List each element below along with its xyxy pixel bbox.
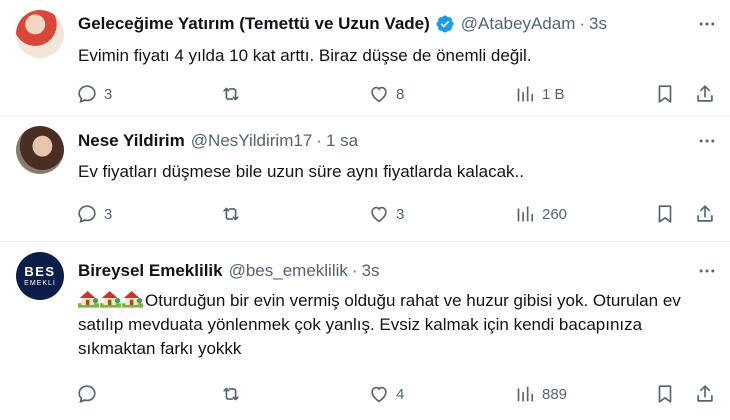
tweet-text-content: Oturduğun bir evin vermiş olduğu rahat v… bbox=[78, 291, 681, 358]
author-name[interactable]: Nese Yildirim bbox=[78, 131, 185, 151]
views-button[interactable]: 260 bbox=[514, 200, 567, 228]
tweet-header: Geleceğime Yatırım (Temettü ve Uzun Vade… bbox=[78, 12, 607, 36]
bookmark-icon bbox=[654, 83, 676, 105]
tweet-actions: 4 889 bbox=[72, 380, 716, 408]
bookmark-icon bbox=[654, 383, 676, 405]
more-options-icon[interactable] bbox=[696, 130, 718, 152]
reply-button[interactable]: 3 bbox=[76, 200, 112, 228]
author-name[interactable]: Bireysel Emeklilik bbox=[78, 261, 223, 281]
share-button[interactable] bbox=[694, 80, 716, 108]
views-count: 889 bbox=[542, 385, 568, 403]
tweet-text: Evimin fiyatı 4 yılda 10 kat arttı. Bira… bbox=[78, 46, 532, 65]
house-with-garden-emoji-icon bbox=[100, 291, 121, 308]
avatar-logo-subtext: EMEKLİ bbox=[24, 279, 56, 287]
more-options-icon[interactable] bbox=[696, 13, 718, 35]
reply-icon bbox=[76, 383, 98, 405]
house-with-garden-emoji-icon bbox=[122, 291, 143, 308]
views-button[interactable]: 1 B bbox=[514, 80, 565, 108]
author-handle[interactable]: @AtabeyAdam bbox=[461, 14, 576, 34]
share-button[interactable] bbox=[694, 380, 716, 408]
house-emoji-group bbox=[78, 288, 144, 308]
bookmark-icon bbox=[654, 203, 676, 225]
timestamp[interactable]: 3s bbox=[589, 14, 607, 34]
author-handle[interactable]: @bes_emeklilik bbox=[229, 261, 348, 281]
bookmark-button[interactable] bbox=[654, 200, 676, 228]
like-count: 3 bbox=[396, 205, 405, 223]
tweet-actions: 3 8 1 B bbox=[72, 80, 716, 108]
views-button[interactable]: 889 bbox=[514, 380, 567, 408]
tweet-actions: 3 3 260 bbox=[72, 200, 716, 228]
retweet-icon bbox=[220, 383, 242, 405]
tweet-text: Oturduğun bir evin vermiş olduğu rahat v… bbox=[78, 288, 710, 361]
tweet[interactable]: Geleceğime Yatırım (Temettü ve Uzun Vade… bbox=[0, 0, 730, 116]
reply-button[interactable] bbox=[76, 380, 104, 408]
house-with-garden-emoji-icon bbox=[78, 291, 99, 308]
views-icon bbox=[514, 83, 536, 105]
like-count: 4 bbox=[396, 385, 405, 403]
separator-dot: · bbox=[579, 14, 586, 33]
heart-icon bbox=[368, 203, 390, 225]
reply-button[interactable]: 3 bbox=[76, 80, 112, 108]
avatar[interactable] bbox=[16, 126, 64, 174]
retweet-icon bbox=[220, 203, 242, 225]
avatar-logo-text: BES bbox=[24, 263, 56, 279]
reply-count: 3 bbox=[104, 85, 113, 103]
verified-badge-icon bbox=[435, 14, 455, 34]
tweet-header: Nese Yildirim @NesYildirim17 · 1 sa bbox=[78, 129, 358, 153]
author-name[interactable]: Geleceğime Yatırım (Temettü ve Uzun Vade… bbox=[78, 14, 430, 34]
reply-icon bbox=[76, 203, 98, 225]
reply-icon bbox=[76, 83, 98, 105]
retweet-button[interactable] bbox=[220, 200, 248, 228]
share-icon bbox=[694, 83, 716, 105]
avatar[interactable]: BES EMEKLİ bbox=[16, 252, 64, 300]
share-icon bbox=[694, 203, 716, 225]
tweet[interactable]: BES EMEKLİ Bireysel Emeklilik @bes_emekl… bbox=[0, 242, 730, 420]
heart-icon bbox=[368, 83, 390, 105]
retweet-button[interactable] bbox=[220, 80, 248, 108]
share-button[interactable] bbox=[694, 200, 716, 228]
author-handle[interactable]: @NesYildirim17 bbox=[191, 131, 313, 151]
timestamp[interactable]: 3s bbox=[362, 261, 380, 281]
retweet-button[interactable] bbox=[220, 380, 248, 408]
like-button[interactable]: 3 bbox=[368, 200, 404, 228]
separator-dot: · bbox=[351, 261, 358, 280]
more-options-icon[interactable] bbox=[696, 260, 718, 282]
heart-icon bbox=[368, 383, 390, 405]
like-button[interactable]: 4 bbox=[368, 380, 404, 408]
like-count: 8 bbox=[396, 85, 405, 103]
tweet-header: Bireysel Emeklilik @bes_emeklilik · 3s bbox=[78, 259, 380, 283]
share-icon bbox=[694, 383, 716, 405]
views-icon bbox=[514, 383, 536, 405]
reply-count: 3 bbox=[104, 205, 113, 223]
timestamp[interactable]: 1 sa bbox=[326, 131, 358, 151]
views-count: 1 B bbox=[542, 85, 565, 103]
retweet-icon bbox=[220, 83, 242, 105]
tweet[interactable]: Nese Yildirim @NesYildirim17 · 1 sa Ev f… bbox=[0, 116, 730, 242]
like-button[interactable]: 8 bbox=[368, 80, 404, 108]
tweet-text: Ev fiyatları düşmese bile uzun süre aynı… bbox=[78, 162, 524, 181]
bookmark-button[interactable] bbox=[654, 80, 676, 108]
separator-dot: · bbox=[316, 131, 322, 150]
avatar[interactable] bbox=[16, 10, 64, 58]
bookmark-button[interactable] bbox=[654, 380, 676, 408]
views-icon bbox=[514, 203, 536, 225]
views-count: 260 bbox=[542, 205, 568, 223]
